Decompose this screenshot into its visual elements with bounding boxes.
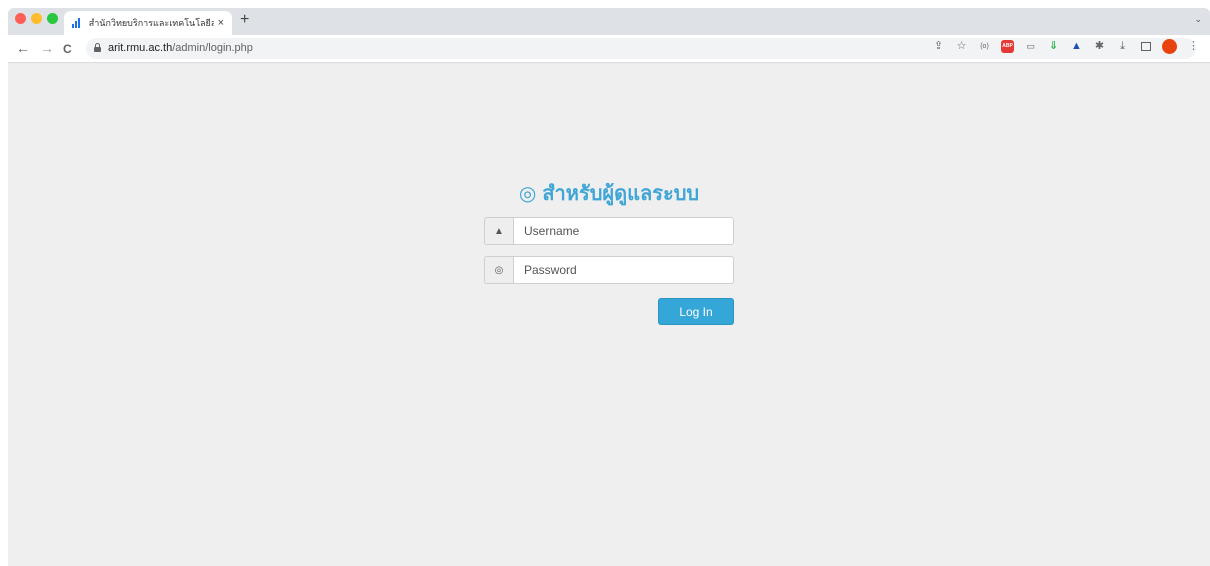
maximize-window-button[interactable] <box>47 13 58 24</box>
adblock-icon[interactable]: ABP <box>1001 40 1014 53</box>
download-arrow-icon[interactable]: ⇓ <box>1047 40 1060 53</box>
extension-icon[interactable]: ▲ <box>1070 40 1083 53</box>
username-field: ▲ <box>484 217 734 245</box>
url-path: /admin/login.php <box>172 42 253 54</box>
tab-title: สำนักวิทยบริการและเทคโนโลยีสารสนเทศ <box>88 18 214 28</box>
page-title-text: สำหรับผู้ดูแลระบบ <box>542 181 700 205</box>
tab-close-icon[interactable]: × <box>218 17 224 29</box>
new-tab-button[interactable]: + <box>240 11 249 29</box>
profile-avatar-icon[interactable] <box>1162 39 1177 54</box>
page-title: ◎ สำหรับผู้ดูแลระบบ <box>8 177 1210 209</box>
extension-icon[interactable]: ▭ <box>1024 40 1037 53</box>
bookmark-star-icon[interactable]: ☆ <box>955 40 968 53</box>
password-input[interactable] <box>513 256 734 284</box>
browser-toolbar: ← → C arit.rmu.ac.th/admin/login.php ⇪ ☆… <box>8 35 1210 63</box>
reload-button[interactable]: C <box>63 42 72 56</box>
tab-strip: สำนักวิทยบริการและเทคโนโลยีสารสนเทศ × + … <box>8 8 1210 35</box>
download-icon[interactable]: ⤓ <box>1116 40 1129 53</box>
active-tab[interactable]: สำนักวิทยบริการและเทคโนโลยีสารสนเทศ × <box>64 11 232 35</box>
url-host: arit.rmu.ac.th <box>108 42 173 54</box>
browser-window: สำนักวิทยบริการและเทคโนโลยีสารสนเทศ × + … <box>8 8 1210 566</box>
login-button[interactable]: Log In <box>658 298 734 325</box>
close-window-button[interactable] <box>15 13 26 24</box>
user-icon: ▲ <box>484 217 513 245</box>
bar-chart-favicon-icon <box>72 18 82 28</box>
username-input[interactable] <box>513 217 734 245</box>
tab-search-chevron-icon[interactable]: ⌄ <box>1194 14 1202 25</box>
swirl-icon: ◎ <box>518 181 537 205</box>
key-icon: ◎ <box>484 256 513 284</box>
forward-button[interactable]: → <box>40 40 54 56</box>
share-icon[interactable]: ⇪ <box>932 40 945 53</box>
minimize-window-button[interactable] <box>31 13 42 24</box>
page-content: ◎สำหรับผู้ดูแลระบบ ▲ ◎ Log In <box>8 64 1210 566</box>
back-button[interactable]: ← <box>16 40 30 56</box>
extension-icon[interactable]: (o) <box>978 40 991 53</box>
lock-icon[interactable] <box>94 43 101 52</box>
sidepanel-icon[interactable] <box>1139 40 1152 53</box>
url-text[interactable]: arit.rmu.ac.th/admin/login.php <box>108 42 253 54</box>
toolbar-icons: ⇪ ☆ (o) ABP ▭ ⇓ ▲ ✱ ⤓ ⋮ <box>932 39 1200 54</box>
puzzle-icon[interactable]: ✱ <box>1093 40 1106 53</box>
password-field: ◎ <box>484 256 734 284</box>
more-menu-icon[interactable]: ⋮ <box>1187 40 1200 53</box>
